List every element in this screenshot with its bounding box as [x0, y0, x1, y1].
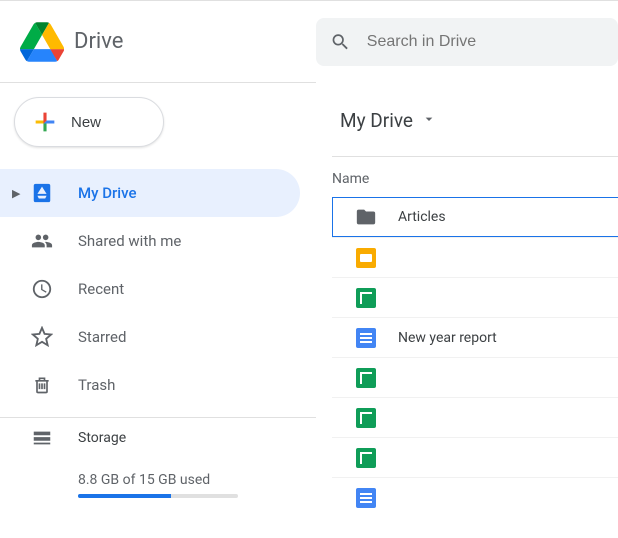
sidebar-item-label: Recent [78, 280, 124, 298]
folder-icon [354, 205, 378, 229]
header-logo-area: Drive [0, 1, 316, 83]
sidebar-item-label: Shared with me [78, 232, 181, 250]
my-drive-icon [30, 181, 54, 205]
file-list: Articles New year report [332, 197, 618, 517]
sidebar-item-trash[interactable]: Trash [0, 361, 300, 409]
new-button[interactable]: New [14, 97, 164, 147]
storage-bar-fill [78, 494, 171, 498]
sidebar-divider [0, 417, 316, 418]
sidebar-item-starred[interactable]: Starred [0, 313, 300, 361]
storage-usage-text: 8.8 GB of 15 GB used [78, 472, 316, 488]
file-row[interactable]: New year report [332, 317, 618, 357]
file-row[interactable] [332, 477, 618, 517]
storage-link[interactable]: Storage [30, 426, 316, 450]
storage-bar [78, 494, 238, 498]
file-row[interactable] [332, 237, 618, 277]
search-input[interactable] [367, 33, 604, 51]
shared-icon [30, 229, 54, 253]
sidebar-item-label: Starred [78, 328, 126, 346]
chevron-down-icon [421, 109, 437, 132]
file-row[interactable] [332, 397, 618, 437]
column-header-name[interactable]: Name [332, 157, 618, 197]
breadcrumb-label: My Drive [340, 109, 413, 132]
expand-arrow-icon: ▶ [12, 187, 24, 200]
file-row[interactable] [332, 437, 618, 477]
search-box[interactable] [316, 18, 618, 66]
star-icon [30, 325, 54, 349]
file-name: New year report [398, 330, 497, 346]
main-content: My Drive Name Articles New year report [316, 83, 618, 538]
sidebar-item-label: Trash [78, 376, 115, 394]
file-row[interactable] [332, 277, 618, 317]
sidebar-item-my-drive[interactable]: ▶ My Drive [0, 169, 300, 217]
sidebar-item-label: My Drive [78, 184, 137, 202]
new-button-label: New [71, 114, 101, 131]
sheet-icon [354, 406, 378, 430]
sidebar: New ▶ My Drive Shared with me [0, 83, 316, 538]
recent-icon [30, 277, 54, 301]
plus-icon [31, 108, 59, 136]
slides-icon [354, 246, 378, 270]
sheet-icon [354, 446, 378, 470]
product-name: Drive [74, 29, 123, 54]
file-name: Articles [398, 209, 446, 225]
drive-logo-icon [20, 22, 64, 62]
sheet-icon [354, 286, 378, 310]
search-icon [330, 30, 351, 54]
trash-icon [30, 373, 54, 397]
storage-label-text: Storage [78, 430, 126, 446]
sheet-icon [354, 366, 378, 390]
breadcrumb[interactable]: My Drive [332, 105, 445, 136]
header-search-area [316, 1, 618, 83]
file-row[interactable]: Articles [332, 197, 618, 237]
sidebar-item-recent[interactable]: Recent [0, 265, 300, 313]
file-row[interactable] [332, 357, 618, 397]
doc-icon [354, 326, 378, 350]
storage-icon [30, 426, 54, 450]
sidebar-item-shared[interactable]: Shared with me [0, 217, 300, 265]
doc-icon [354, 486, 378, 510]
